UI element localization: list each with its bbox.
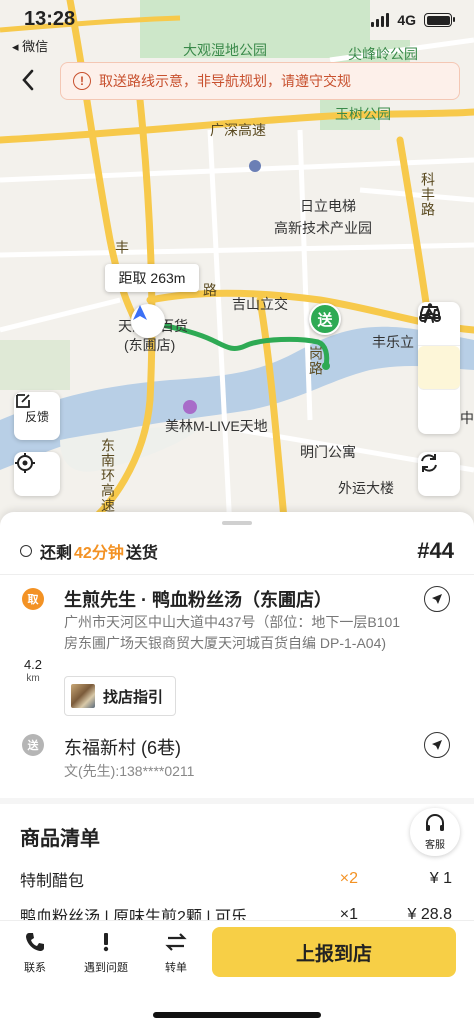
goods-item-qty: ×2	[339, 870, 358, 887]
rider-location-marker	[131, 304, 165, 338]
contact-label: 联系	[24, 962, 46, 974]
route-notice-banner: ! 取送路线示意，非导航规划，请遵守交规	[60, 62, 460, 100]
map-label: 明门公寓	[300, 444, 356, 460]
notice-text: 取送路线示意，非导航规划，请遵守交规	[99, 73, 351, 89]
exclamation-icon	[103, 933, 109, 952]
map-label: 吉山立交	[232, 296, 288, 312]
refresh-icon	[421, 454, 437, 472]
ebike-mode-button[interactable]	[418, 309, 460, 390]
transfer-icon	[165, 933, 187, 951]
map-label: 日立电梯	[300, 198, 356, 214]
customer-service-button[interactable]: 客服	[410, 808, 460, 856]
home-indicator	[153, 1012, 321, 1018]
store-guide-button[interactable]: 找店指引	[64, 676, 176, 716]
feedback-label: 反馈	[24, 409, 49, 424]
warning-icon: !	[73, 72, 91, 90]
battery-icon	[424, 13, 455, 27]
store-photo-thumbnail	[71, 684, 95, 708]
signal-icon	[371, 13, 390, 27]
map-label: 美林M-LIVE天地	[165, 418, 268, 434]
edit-icon	[16, 394, 30, 408]
divider	[0, 574, 474, 575]
dropoff-contact: 文(先生):138****0211	[64, 763, 195, 779]
chevron-left-icon	[22, 69, 34, 91]
navigate-icon	[432, 740, 442, 750]
car-icon	[420, 306, 440, 319]
pickup-tag: 取	[22, 588, 44, 610]
service-label: 客服	[425, 839, 445, 851]
distance-unit: km	[26, 673, 40, 684]
distance-tooltip: 距取 263m	[105, 264, 199, 292]
map-label: 丰乐立	[372, 334, 414, 350]
delivery-order-screen: 大观湿地公园 尖峰岭公园 玉树公园 广深高速 日立电梯 高新技术产业园 吉山立交…	[0, 0, 474, 1025]
eta-value: 42分钟	[74, 545, 124, 562]
poi-dot	[249, 160, 261, 172]
map-label: 玉树公园	[335, 106, 391, 122]
map-label: 外运大楼	[338, 480, 394, 496]
report-arrival-button[interactable]: 上报到店	[212, 927, 456, 977]
network-type: 4G	[397, 12, 416, 28]
phone-icon	[26, 933, 44, 951]
dropoff-navigate-button[interactable]	[424, 732, 450, 758]
store-guide-label: 找店指引	[103, 688, 164, 706]
navigate-icon	[432, 594, 442, 604]
crosshair-icon	[15, 453, 35, 473]
clock-time: 13:28	[24, 8, 76, 30]
car-mode-button[interactable]	[418, 306, 460, 434]
pickup-distance: 4.2 km	[20, 658, 46, 686]
eta-text: 还剩 42分钟 送货	[40, 539, 158, 563]
poi-dot	[183, 400, 197, 414]
map-label: 高新技术产业园	[274, 220, 372, 236]
eta-row: 还剩 42分钟 送货 #44	[20, 538, 454, 564]
map-label: 中门	[460, 410, 474, 426]
order-number: #44	[417, 538, 454, 563]
delivery-destination-pin[interactable]: 送	[309, 303, 341, 335]
contact-button[interactable]: 联系	[5, 931, 65, 975]
map-label: 广深高速	[210, 122, 266, 138]
map-label: 路	[203, 282, 217, 298]
problem-label: 遇到问题	[84, 962, 128, 974]
dropoff-tag: 送	[22, 734, 44, 756]
pickup-address: 广州市天河区中山大道中437号（部位：地下一层B101房东圃广场天银商贸大厦天河…	[64, 614, 401, 651]
sheet-drag-handle[interactable]	[222, 521, 252, 525]
pickup-navigate-button[interactable]	[424, 586, 450, 612]
map-label: 东南环高速	[100, 438, 116, 513]
transfer-label: 转单	[165, 962, 187, 974]
goods-item: 特制醋包 ×2 ¥ 1	[20, 868, 452, 890]
travel-mode-switch	[418, 302, 460, 434]
navigation-arrow-icon	[133, 305, 147, 320]
refresh-route-button[interactable]	[418, 452, 460, 496]
map-label: 岗路	[308, 346, 324, 376]
order-detail-sheet[interactable]: 还剩 42分钟 送货 #44 取 生煎先生 · 鸭血粉丝汤（东圃店） 广州市天河…	[0, 512, 474, 926]
timer-icon	[20, 545, 32, 557]
feedback-button[interactable]: 反馈	[14, 392, 60, 440]
map-label: (东圃店)	[124, 337, 176, 353]
eta-suffix: 送货	[125, 545, 158, 562]
bottom-action-bar: 联系 遇到问题 转单 上报到店	[0, 920, 474, 1025]
section-divider	[0, 798, 474, 804]
goods-item-price: ¥ 1	[429, 870, 452, 887]
locate-me-button[interactable]	[14, 452, 60, 496]
back-button[interactable]	[12, 62, 44, 98]
map-label: 科丰路	[420, 172, 436, 217]
pickup-store-name: 生煎先生 · 鸭血粉丝汤（东圃店）	[64, 590, 332, 610]
distance-value: 4.2	[23, 657, 43, 672]
back-to-app[interactable]: ◂ 微信	[12, 36, 48, 55]
problem-button[interactable]: 遇到问题	[76, 931, 136, 975]
headset-icon	[426, 813, 444, 831]
status-bar: 13:28 ◂ 微信 4G	[0, 0, 474, 56]
goods-list-title: 商品清单	[20, 828, 100, 850]
transfer-order-button[interactable]: 转单	[146, 931, 206, 975]
dropoff-address-name: 东福新村 (6巷)	[64, 738, 181, 758]
park-area	[0, 340, 70, 390]
status-indicators: 4G	[371, 12, 455, 28]
goods-item-name: 特制醋包	[20, 873, 85, 890]
map-label: 丰	[114, 240, 130, 255]
eta-prefix: 还剩	[40, 545, 73, 562]
